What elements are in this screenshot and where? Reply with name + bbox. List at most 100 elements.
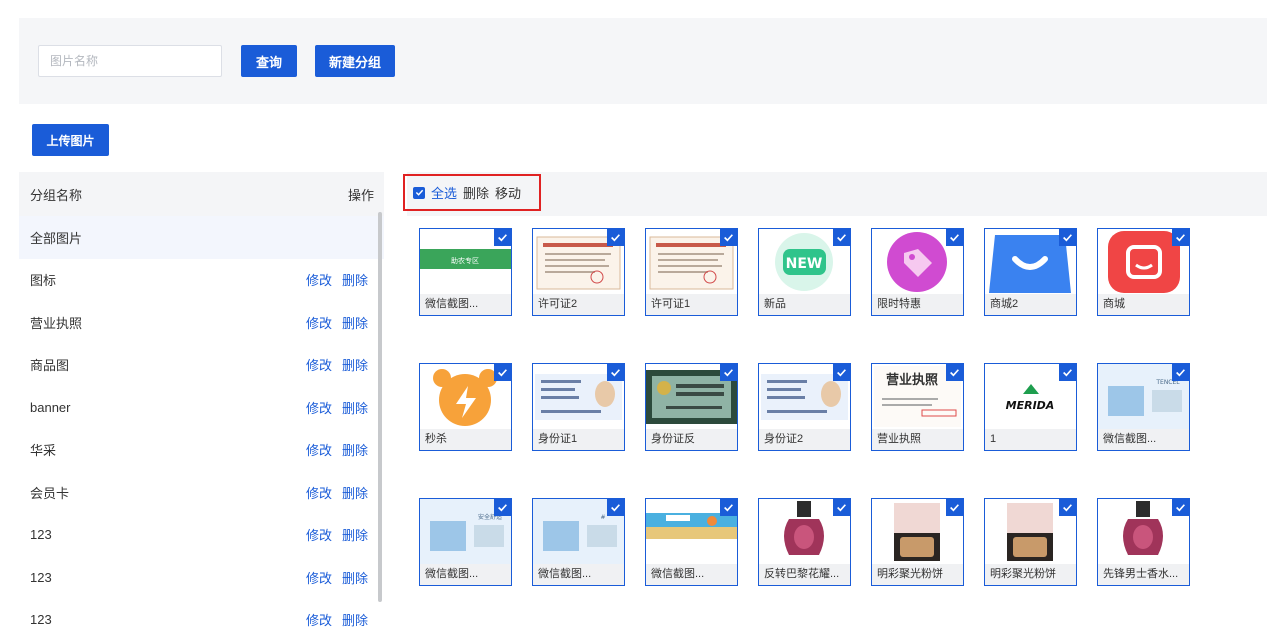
check-icon xyxy=(498,234,507,242)
check-icon xyxy=(724,369,733,377)
delete-selected-button[interactable]: 删除 xyxy=(463,183,489,202)
group-item[interactable]: 商品图 修改 删除 xyxy=(19,344,384,387)
edit-group-link[interactable]: 修改 xyxy=(306,525,332,544)
image-checkbox[interactable] xyxy=(494,364,511,381)
query-button[interactable]: 查询 xyxy=(241,45,297,77)
group-item[interactable]: 123 修改 删除 xyxy=(19,514,384,557)
image-card[interactable]: 明彩聚光粉饼 xyxy=(984,498,1077,586)
image-checkbox[interactable] xyxy=(1059,364,1076,381)
image-card[interactable]: 身份证2 xyxy=(758,363,851,451)
group-item[interactable]: 全部图片 xyxy=(19,216,384,259)
select-all-label[interactable]: 全选 xyxy=(431,183,457,202)
image-card[interactable]: 营业执照 营业执照 xyxy=(871,363,964,451)
image-checkbox[interactable] xyxy=(1172,364,1189,381)
group-item[interactable]: banner 修改 删除 xyxy=(19,386,384,429)
delete-group-link[interactable]: 删除 xyxy=(342,313,368,332)
select-all-checkbox[interactable] xyxy=(413,186,425,199)
group-item-actions: 修改 删除 xyxy=(306,483,368,502)
edit-group-link[interactable]: 修改 xyxy=(306,568,332,587)
image-checkbox[interactable] xyxy=(946,364,963,381)
image-checkbox[interactable] xyxy=(833,499,850,516)
delete-group-link[interactable]: 删除 xyxy=(342,610,368,629)
image-checkbox[interactable] xyxy=(833,229,850,246)
image-checkbox[interactable] xyxy=(946,229,963,246)
check-icon xyxy=(950,234,959,242)
delete-group-link[interactable]: 删除 xyxy=(342,440,368,459)
image-checkbox[interactable] xyxy=(607,499,624,516)
image-checkbox[interactable] xyxy=(720,499,737,516)
image-card[interactable]: 限时特惠 xyxy=(871,228,964,316)
search-input[interactable] xyxy=(38,45,222,77)
edit-group-link[interactable]: 修改 xyxy=(306,270,332,289)
image-checkbox[interactable] xyxy=(946,499,963,516)
image-card[interactable]: 反转巴黎花耀... xyxy=(758,498,851,586)
image-card[interactable]: 商城2 xyxy=(984,228,1077,316)
upload-image-button[interactable]: 上传图片 xyxy=(32,124,109,156)
image-card[interactable]: NEW 新品 xyxy=(758,228,851,316)
group-item-label: 会员卡 xyxy=(30,485,70,501)
image-checkbox[interactable] xyxy=(833,364,850,381)
image-card[interactable]: TENCEL 微信截图... xyxy=(1097,363,1190,451)
selection-toolbar: 全选 删除 移动 xyxy=(403,174,541,211)
image-card[interactable]: # 微信截图... xyxy=(532,498,625,586)
image-card[interactable]: 明彩聚光粉饼 xyxy=(871,498,964,586)
image-checkbox[interactable] xyxy=(720,229,737,246)
edit-group-link[interactable]: 修改 xyxy=(306,313,332,332)
image-card[interactable]: 许可证1 xyxy=(645,228,738,316)
group-item[interactable]: 123 修改 删除 xyxy=(19,556,384,599)
edit-group-link[interactable]: 修改 xyxy=(306,398,332,417)
edit-group-link[interactable]: 修改 xyxy=(306,440,332,459)
check-icon xyxy=(837,504,846,512)
check-icon xyxy=(1063,369,1072,377)
image-card[interactable]: 身份证反 xyxy=(645,363,738,451)
image-card-name: 明彩聚光粉饼 xyxy=(985,564,1076,585)
check-icon xyxy=(1063,234,1072,242)
image-checkbox[interactable] xyxy=(1059,499,1076,516)
group-item[interactable]: 123 修改 删除 xyxy=(19,599,384,630)
edit-group-link[interactable]: 修改 xyxy=(306,610,332,629)
delete-group-link[interactable]: 删除 xyxy=(342,355,368,374)
image-card[interactable]: 微信截图... xyxy=(645,498,738,586)
group-item-label: 华采 xyxy=(30,443,57,459)
image-card-name: 明彩聚光粉饼 xyxy=(872,564,963,585)
image-card[interactable]: 商城 xyxy=(1097,228,1190,316)
image-card-name: 1 xyxy=(985,429,1076,450)
group-item[interactable]: 华采 修改 删除 xyxy=(19,429,384,472)
delete-group-link[interactable]: 删除 xyxy=(342,398,368,417)
image-checkbox[interactable] xyxy=(607,229,624,246)
delete-group-link[interactable]: 删除 xyxy=(342,483,368,502)
image-card[interactable]: 助农专区 微信截图... xyxy=(419,228,512,316)
thumb-text: 助农专区 xyxy=(451,256,479,265)
image-checkbox[interactable] xyxy=(494,499,511,516)
group-item[interactable]: 营业执照 修改 删除 xyxy=(19,301,384,344)
search-bar: 查询 新建分组 xyxy=(19,18,1267,104)
image-checkbox[interactable] xyxy=(720,364,737,381)
group-panel: 分组名称 操作 全部图片 图标 修改 删除 营业执照 修改 删除 商品图 修改 删除 banner 修… xyxy=(19,172,384,630)
image-card[interactable]: 先锋男士香水... xyxy=(1097,498,1190,586)
image-card[interactable]: 安全舒适 微信截图... xyxy=(419,498,512,586)
edit-group-link[interactable]: 修改 xyxy=(306,483,332,502)
group-item[interactable]: 会员卡 修改 删除 xyxy=(19,471,384,514)
check-icon xyxy=(498,504,507,512)
image-card-name: 微信截图... xyxy=(533,564,624,585)
move-selected-button[interactable]: 移动 xyxy=(495,183,521,202)
image-card[interactable]: MERIDA 1 xyxy=(984,363,1077,451)
image-checkbox[interactable] xyxy=(1172,229,1189,246)
image-card[interactable]: 许可证2 xyxy=(532,228,625,316)
image-card[interactable]: 身份证1 xyxy=(532,363,625,451)
delete-group-link[interactable]: 删除 xyxy=(342,568,368,587)
image-checkbox[interactable] xyxy=(494,229,511,246)
delete-group-link[interactable]: 删除 xyxy=(342,525,368,544)
new-group-button[interactable]: 新建分组 xyxy=(315,45,395,77)
check-icon xyxy=(1176,234,1185,242)
image-checkbox[interactable] xyxy=(1172,499,1189,516)
group-item-actions: 修改 删除 xyxy=(306,313,368,332)
group-item[interactable]: 图标 修改 删除 xyxy=(19,259,384,302)
image-checkbox[interactable] xyxy=(1059,229,1076,246)
delete-group-link[interactable]: 删除 xyxy=(342,270,368,289)
image-card[interactable]: 秒杀 xyxy=(419,363,512,451)
image-checkbox[interactable] xyxy=(607,364,624,381)
image-card-name: 先锋男士香水... xyxy=(1098,564,1189,585)
group-list-scrollbar[interactable] xyxy=(378,212,382,602)
edit-group-link[interactable]: 修改 xyxy=(306,355,332,374)
